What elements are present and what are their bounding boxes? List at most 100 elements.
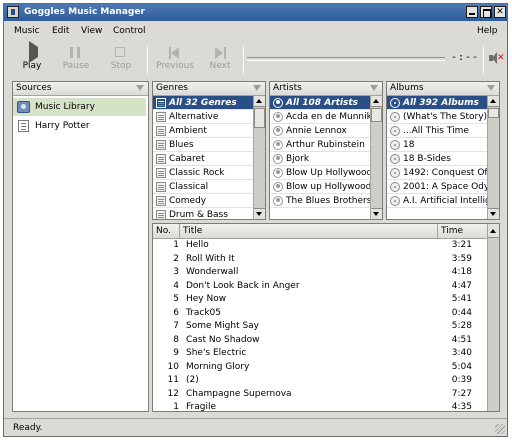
filter-icon[interactable] xyxy=(487,85,495,91)
album-label: 1492: Conquest Of Paradise xyxy=(403,168,487,178)
albums-scrollbar[interactable] xyxy=(487,96,499,219)
column-header-time[interactable]: Time xyxy=(438,224,488,239)
albums-header[interactable]: Albums xyxy=(387,82,499,96)
track-row[interactable]: 9 She's Electric 3:40 xyxy=(153,347,487,361)
title-bar[interactable]: Goggles Music Manager ✕ xyxy=(4,4,507,21)
track-row[interactable]: 12 Champagne Supernova 7:27 xyxy=(153,388,487,402)
artist-row[interactable]: All 108 Artists xyxy=(270,96,370,110)
genre-row[interactable]: Blues xyxy=(153,138,253,152)
genre-row[interactable]: Ambient xyxy=(153,124,253,138)
column-header-number[interactable]: No. xyxy=(153,224,180,239)
genre-row[interactable]: Alternative xyxy=(153,110,253,124)
track-title: She's Electric xyxy=(186,348,247,358)
maximize-button[interactable] xyxy=(480,6,492,18)
tracks-scrollbar[interactable] xyxy=(487,224,499,411)
genre-row[interactable]: Comedy xyxy=(153,194,253,208)
artist-row[interactable]: Blow Up Hollywood xyxy=(270,166,370,180)
artist-row[interactable]: Bjork xyxy=(270,152,370,166)
pause-button[interactable]: Pause xyxy=(54,44,98,76)
scroll-up-icon[interactable] xyxy=(371,96,382,107)
album-row[interactable]: 2001: A Space Odyssey xyxy=(387,180,487,194)
menu-edit[interactable]: Edit xyxy=(52,25,69,37)
source-music-library[interactable]: Music Library xyxy=(13,98,146,116)
genres-scrollbar[interactable] xyxy=(253,96,265,219)
track-number: 5 xyxy=(173,294,179,304)
source-label: Harry Potter xyxy=(35,121,90,131)
stop-button[interactable]: Stop xyxy=(99,44,143,76)
genre-row[interactable]: Drum & Bass xyxy=(153,208,253,219)
filter-icon[interactable] xyxy=(370,85,378,91)
next-button[interactable]: Next xyxy=(198,44,242,76)
track-number: 2 xyxy=(173,253,179,264)
track-row[interactable]: 2 Roll With It 3:59 xyxy=(153,253,487,267)
seek-slider[interactable] xyxy=(247,57,445,61)
scroll-up-icon[interactable] xyxy=(488,96,499,107)
album-label: All 392 Albums xyxy=(403,98,479,108)
album-label: (What's The Story) Morning Glory? xyxy=(403,112,487,122)
scroll-thumb[interactable] xyxy=(371,108,382,122)
genre-row[interactable]: Classical xyxy=(153,180,253,194)
scroll-thumb[interactable] xyxy=(254,108,265,128)
app-icon[interactable] xyxy=(7,6,19,18)
previous-button[interactable]: Previous xyxy=(150,44,200,76)
scroll-down-icon[interactable] xyxy=(254,208,265,219)
album-row[interactable]: (What's The Story) Morning Glory? xyxy=(387,110,487,124)
track-row[interactable]: 10 Morning Glory 5:04 xyxy=(153,361,487,375)
close-button[interactable]: ✕ xyxy=(494,6,506,18)
track-row[interactable]: 8 Cast No Shadow 4:51 xyxy=(153,334,487,348)
album-row[interactable]: 1492: Conquest Of Paradise xyxy=(387,166,487,180)
artist-row[interactable]: Acda en de Munnik xyxy=(270,110,370,124)
column-header-title[interactable]: Title xyxy=(180,224,438,239)
scroll-down-icon[interactable] xyxy=(371,208,382,219)
album-row[interactable]: 18 B-Sides xyxy=(387,152,487,166)
genre-row[interactable]: Cabaret xyxy=(153,152,253,166)
track-title: Hello xyxy=(186,240,209,250)
albums-pane: Albums All 392 Albums (What's The Story)… xyxy=(386,81,500,220)
album-row[interactable]: A.I. Artificial Intelligence xyxy=(387,194,487,208)
artists-header[interactable]: Artists xyxy=(270,82,382,96)
track-row[interactable]: 4 Don't Look Back in Anger 4:47 xyxy=(153,280,487,294)
scroll-up-icon[interactable] xyxy=(488,224,499,238)
genres-header[interactable]: Genres xyxy=(153,82,265,96)
menu-music[interactable]: Music xyxy=(14,25,40,37)
track-row[interactable]: 11 (2) 0:39 xyxy=(153,374,487,388)
resize-grip-icon[interactable] xyxy=(495,424,505,434)
scroll-down-icon[interactable] xyxy=(488,208,499,219)
artist-row[interactable]: The Blues Brothers xyxy=(270,194,370,208)
scroll-up-icon[interactable] xyxy=(254,96,265,107)
album-row[interactable]: All 392 Albums xyxy=(387,96,487,110)
track-row[interactable]: 6 Track05 0:44 xyxy=(153,307,487,321)
track-row[interactable]: 1 Fragile 4:35 xyxy=(153,401,487,411)
artist-label: Blow up Hollywood xyxy=(286,182,370,192)
track-row[interactable]: 3 Wonderwall 4:18 xyxy=(153,266,487,280)
tracks-header: No. Title Time xyxy=(153,224,499,239)
source-harry-potter[interactable]: Harry Potter xyxy=(13,117,146,135)
artist-row[interactable]: Annie Lennox xyxy=(270,124,370,138)
track-number: 1 xyxy=(173,240,179,250)
track-row[interactable]: 7 Some Might Say 5:28 xyxy=(153,320,487,334)
play-button[interactable]: Play xyxy=(10,41,54,76)
filter-icon[interactable] xyxy=(253,85,261,91)
minimize-button[interactable] xyxy=(466,6,478,18)
track-row[interactable]: 5 Hey Now 5:41 xyxy=(153,293,487,307)
album-row[interactable]: 18 xyxy=(387,138,487,152)
track-time: 0:39 xyxy=(451,375,472,385)
menu-help[interactable]: Help xyxy=(477,25,498,37)
menu-view[interactable]: View xyxy=(81,25,102,37)
artist-row[interactable]: Arthur Rubinstein xyxy=(270,138,370,152)
track-time: 4:51 xyxy=(451,334,472,345)
album-label: 2001: A Space Odyssey xyxy=(403,182,487,192)
sources-header[interactable]: Sources xyxy=(13,82,148,96)
album-row[interactable]: ...All This Time xyxy=(387,124,487,138)
filter-icon[interactable] xyxy=(136,85,144,91)
track-number: 8 xyxy=(173,334,179,345)
genre-row[interactable]: Classic Rock xyxy=(153,166,253,180)
artist-label: All 108 Artists xyxy=(286,98,358,108)
artist-row[interactable]: Blow up Hollywood xyxy=(270,180,370,194)
menu-control[interactable]: Control xyxy=(113,25,146,37)
track-row[interactable]: 1 Hello 3:21 xyxy=(153,239,487,253)
genre-icon xyxy=(156,112,166,122)
artists-scrollbar[interactable] xyxy=(370,96,382,219)
scroll-thumb[interactable] xyxy=(488,108,499,118)
genre-row[interactable]: All 32 Genres xyxy=(153,96,253,110)
